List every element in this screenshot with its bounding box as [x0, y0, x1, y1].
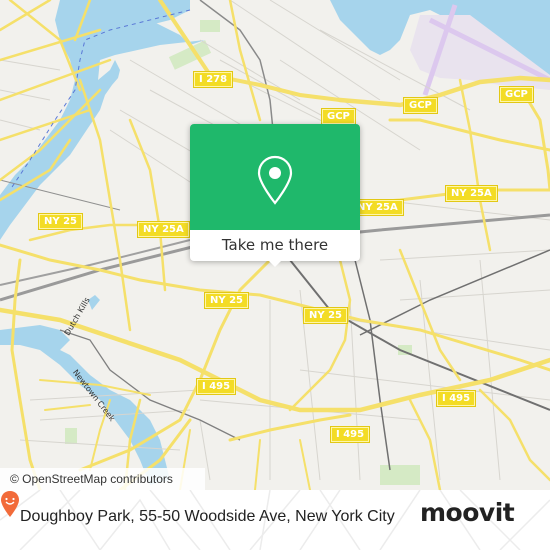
- moovit-logo-icon: [1, 491, 19, 517]
- map-view[interactable]: I 278 GCP GCP GCP NY 25A NY 25A NY 25A N…: [0, 0, 550, 490]
- footer-bar: Doughboy Park, 55-50 Woodside Ave, New Y…: [0, 490, 550, 550]
- shield-i495: I 495: [331, 427, 370, 442]
- take-me-there-button[interactable]: Take me there: [190, 230, 360, 261]
- shield-gcp: GCP: [404, 98, 437, 113]
- destination-popup[interactable]: Take me there: [190, 124, 360, 267]
- shield-ny25: NY 25: [205, 293, 249, 308]
- shield-i278: I 278: [194, 72, 233, 87]
- shield-gcp: GCP: [322, 109, 355, 124]
- popup-header[interactable]: [190, 124, 360, 230]
- shield-i495: I 495: [437, 391, 476, 406]
- popup-pointer: [267, 259, 283, 267]
- shield-ny25a: NY 25A: [138, 222, 189, 237]
- east-river: [0, 0, 205, 240]
- shield-ny25: NY 25: [39, 214, 83, 229]
- location-pin-icon: [257, 155, 293, 205]
- shield-ny25: NY 25: [304, 308, 348, 323]
- moovit-logo: moovit: [420, 498, 515, 527]
- shield-ny25a: NY 25A: [446, 186, 497, 201]
- shield-i495: I 495: [197, 379, 236, 394]
- map-attribution[interactable]: © OpenStreetMap contributors: [0, 468, 205, 490]
- shield-gcp: GCP: [500, 87, 533, 102]
- destination-address: Doughboy Park, 55-50 Woodside Ave, New Y…: [20, 508, 395, 525]
